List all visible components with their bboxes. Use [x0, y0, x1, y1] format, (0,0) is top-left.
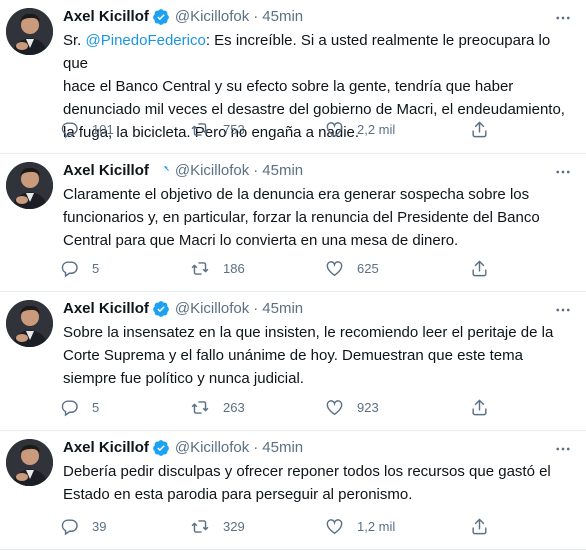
tweet-header: Axel Kicillof @Kicillofok · 45min — [63, 299, 303, 319]
avatar[interactable] — [6, 439, 53, 486]
share-icon — [472, 518, 487, 534]
share-icon — [472, 121, 487, 137]
mention-link[interactable]: @PinedoFederico — [86, 32, 206, 49]
share-button[interactable] — [470, 116, 489, 142]
more-dots-icon[interactable] — [550, 436, 576, 462]
tweet[interactable]: Axel Kicillof @Kicillofok · 45min Sobre … — [0, 292, 586, 431]
retweet-button[interactable]: 186 — [190, 255, 245, 281]
reply-icon — [61, 121, 78, 138]
tweet-time[interactable]: 45min — [262, 438, 303, 458]
reply-count: 5 — [92, 399, 100, 415]
tweet-header: Axel Kicillof @Kicillofok · 45min — [63, 7, 303, 27]
separator: · — [253, 162, 259, 179]
avatar[interactable] — [6, 300, 53, 347]
tweet-header: Axel Kicillof @Kicillofok · 45min — [63, 438, 303, 458]
author-handle[interactable]: @Kicillofok — [175, 161, 249, 181]
share-icon — [472, 260, 487, 276]
reply-count: 39 — [92, 518, 107, 534]
tweet-header: Axel Kicillof @Kicillofok · 45min — [63, 161, 303, 181]
tweet-text: Sobre la insensatez en la que insisten, … — [63, 321, 578, 390]
retweet-icon — [191, 122, 209, 136]
retweet-button[interactable]: 753 — [190, 116, 245, 142]
heart-icon — [326, 399, 343, 415]
author-handle[interactable]: @Kicillofok — [175, 7, 249, 27]
retweet-icon — [191, 519, 209, 533]
tweet-actions: 101 753 2,2 mil — [60, 116, 490, 142]
tweet-actions: 39 329 1,2 mil — [60, 513, 490, 539]
author-name[interactable]: Axel Kicillof — [63, 161, 149, 181]
separator: · — [253, 8, 259, 25]
reply-button[interactable]: 101 — [60, 116, 114, 142]
retweet-count: 186 — [223, 260, 245, 276]
heart-icon — [326, 260, 343, 276]
retweet-count: 263 — [223, 399, 245, 415]
author-handle[interactable]: @Kicillofok — [175, 299, 249, 319]
text-body: Debería pedir disculpas y ofrecer repone… — [63, 463, 551, 503]
like-count: 1,2 mil — [357, 518, 396, 534]
text-prefix: Sr. — [63, 32, 86, 49]
tweet-time[interactable]: 45min — [262, 161, 303, 181]
tweet-text: Debería pedir disculpas y ofrecer repone… — [63, 460, 578, 506]
author-name[interactable]: Axel Kicillof — [63, 299, 149, 319]
share-icon — [472, 399, 487, 415]
like-count: 923 — [357, 399, 379, 415]
avatar[interactable] — [6, 162, 53, 209]
share-button[interactable] — [470, 513, 489, 539]
like-count: 2,2 mil — [357, 121, 396, 137]
retweet-icon — [191, 400, 209, 414]
tweet[interactable]: Axel Kicillof @Kicillofok · 45min Sr. @P… — [0, 0, 586, 154]
heart-icon — [326, 518, 343, 534]
reply-count: 101 — [92, 121, 114, 137]
tweet-actions: 5 263 923 — [60, 394, 490, 420]
author-handle[interactable]: @Kicillofok — [175, 438, 249, 458]
reply-icon — [61, 399, 78, 416]
text-body: Claramente el objetivo de la denuncia er… — [63, 186, 540, 249]
reply-icon — [61, 260, 78, 277]
tweet-actions: 5 186 625 — [60, 255, 490, 281]
retweet-count: 329 — [223, 518, 245, 534]
avatar[interactable] — [6, 8, 53, 55]
like-button[interactable]: 625 — [325, 255, 379, 281]
share-button[interactable] — [470, 394, 489, 420]
reply-button[interactable]: 39 — [60, 513, 106, 539]
separator: · — [253, 300, 259, 317]
more-dots-icon[interactable] — [550, 159, 576, 185]
verified-badge-icon — [152, 439, 170, 457]
more-dots-icon[interactable] — [550, 297, 576, 323]
author-name[interactable]: Axel Kicillof — [63, 7, 149, 27]
share-button[interactable] — [470, 255, 489, 281]
reply-icon — [61, 518, 78, 535]
tweet[interactable]: Axel Kicillof @Kicillofok · 45min Claram… — [0, 154, 586, 292]
heart-icon — [326, 121, 343, 137]
text-body: Sobre la insensatez en la que insisten, … — [63, 324, 554, 387]
like-button[interactable]: 923 — [325, 394, 379, 420]
reply-count: 5 — [92, 260, 100, 276]
retweet-icon — [191, 261, 209, 275]
like-button[interactable]: 1,2 mil — [325, 513, 395, 539]
more-dots-icon[interactable] — [550, 5, 576, 31]
retweet-button[interactable]: 263 — [190, 394, 245, 420]
tweet-text: Claramente el objetivo de la denuncia er… — [63, 183, 578, 252]
separator: · — [253, 439, 259, 456]
retweet-button[interactable]: 329 — [190, 513, 245, 539]
verified-badge-icon — [152, 162, 170, 180]
timeline: Axel Kicillof @Kicillofok · 45min Sr. @P… — [0, 0, 586, 550]
reply-button[interactable]: 5 — [60, 394, 99, 420]
tweet[interactable]: Axel Kicillof @Kicillofok · 45min Deberí… — [0, 431, 586, 550]
tweet-time[interactable]: 45min — [262, 7, 303, 27]
tweet-time[interactable]: 45min — [262, 299, 303, 319]
reply-button[interactable]: 5 — [60, 255, 99, 281]
verified-badge-icon — [152, 300, 170, 318]
like-button[interactable]: 2,2 mil — [325, 116, 395, 142]
like-count: 625 — [357, 260, 379, 276]
retweet-count: 753 — [223, 121, 245, 137]
author-name[interactable]: Axel Kicillof — [63, 438, 149, 458]
verified-badge-icon — [152, 8, 170, 26]
